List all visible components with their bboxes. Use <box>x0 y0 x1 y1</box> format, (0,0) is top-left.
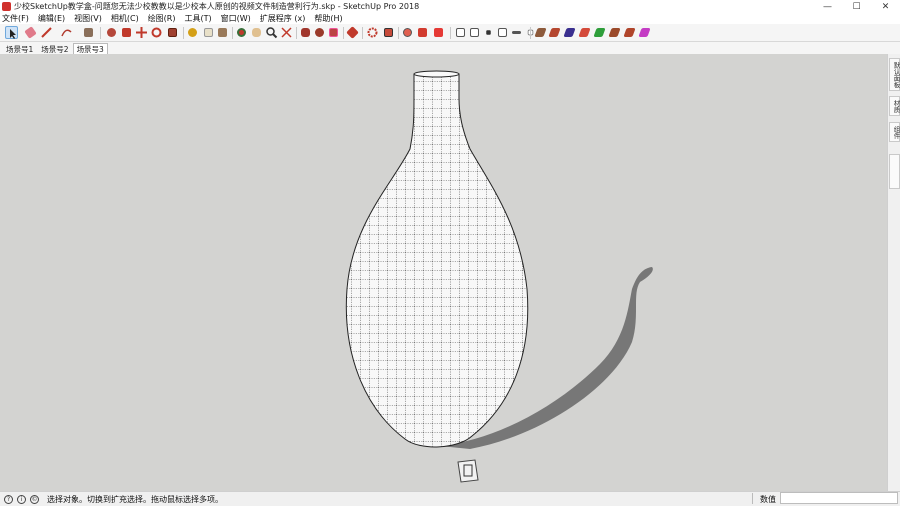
status-message: 选择对象。切换到扩充选择。拖动鼠标选择多项。 <box>47 494 223 504</box>
select-tool-icon[interactable] <box>5 26 18 39</box>
sketchup-extension-icon[interactable] <box>432 26 445 39</box>
style-custom-icon[interactable] <box>638 26 651 39</box>
menu-camera[interactable]: 相机(C) <box>111 13 139 24</box>
tray-tab-components[interactable]: 组件 <box>889 122 900 142</box>
rotate-tool-icon[interactable] <box>150 26 163 39</box>
zoom-icon[interactable] <box>265 26 278 39</box>
user-icon[interactable]: © <box>30 494 39 504</box>
tape-measure-icon[interactable] <box>186 26 199 39</box>
follow-me-icon[interactable] <box>120 26 133 39</box>
model-info-icon[interactable] <box>382 26 395 39</box>
menu-draw[interactable]: 绘图(R) <box>148 13 176 24</box>
main-toolbar <box>0 24 900 42</box>
view-iso-icon[interactable] <box>454 26 467 39</box>
style-textures-icon[interactable] <box>608 26 621 39</box>
measurements-input[interactable] <box>780 492 898 504</box>
style-backedges-icon[interactable] <box>548 26 561 39</box>
view-front-icon[interactable] <box>482 26 495 39</box>
menu-view[interactable]: 视图(V) <box>74 13 102 24</box>
zoom-extents-icon[interactable] <box>280 26 293 39</box>
settings-gear-icon[interactable] <box>366 26 379 39</box>
view-top-icon[interactable] <box>468 26 481 39</box>
style-hidden-line-icon[interactable] <box>578 26 591 39</box>
model-viewport[interactable] <box>0 54 887 491</box>
move-tool-icon[interactable] <box>135 26 148 39</box>
minimize-button[interactable]: — <box>813 0 842 13</box>
arc-tool-icon[interactable] <box>60 26 73 39</box>
pan-icon[interactable] <box>250 26 263 39</box>
vase-rim <box>413 70 460 78</box>
folder-icon[interactable] <box>416 26 429 39</box>
tab-scene-2[interactable]: 场景号2 <box>37 43 72 54</box>
geo-location-icon[interactable]: ? <box>4 494 13 504</box>
scene-tabs-bar: 场景号1 场景号2 场景号3 <box>0 42 900 54</box>
sketchup-app-icon <box>2 2 11 11</box>
orbit-icon[interactable] <box>235 26 248 39</box>
info-icon[interactable]: i <box>17 494 26 504</box>
measurements-label: 数值 <box>760 495 776 504</box>
layout-icon[interactable] <box>346 26 359 39</box>
style-xray-icon[interactable] <box>534 26 547 39</box>
eraser-icon[interactable] <box>24 26 37 39</box>
style-wireframe-icon[interactable] <box>563 26 576 39</box>
tray-tab-extra[interactable] <box>889 154 900 189</box>
menu-bar: 文件(F) 编辑(E) 视图(V) 相机(C) 绘图(R) 工具(T) 窗口(W… <box>0 13 900 24</box>
tab-scene-1[interactable]: 场景号1 <box>2 43 37 54</box>
style-shaded-icon[interactable] <box>593 26 606 39</box>
line-tool-icon[interactable] <box>40 26 53 39</box>
menu-tools[interactable]: 工具(T) <box>185 13 212 24</box>
default-tray: 默认面板 材质 组件 <box>887 54 900 491</box>
share-model-icon[interactable] <box>327 26 340 39</box>
view-right-icon[interactable] <box>496 26 509 39</box>
push-pull-icon[interactable] <box>105 26 118 39</box>
maximize-button[interactable]: ☐ <box>842 0 871 13</box>
section-plane-icon[interactable] <box>401 26 414 39</box>
menu-file[interactable]: 文件(F) <box>2 13 29 24</box>
extension-warehouse-icon[interactable] <box>313 26 326 39</box>
style-monochrome-icon[interactable] <box>623 26 636 39</box>
menu-window[interactable]: 窗口(W) <box>221 13 251 24</box>
tray-tab-materials[interactable]: 材质 <box>889 96 900 116</box>
window-title: 少校SketchUp教学盒-问题您无法少校教教以是少校本人原创的视频文件制造营利… <box>14 2 420 11</box>
scale-tool-icon[interactable] <box>166 26 179 39</box>
close-button[interactable]: ✕ <box>871 0 900 13</box>
title-bar: 少校SketchUp教学盒-问题您无法少校教教以是少校本人原创的视频文件制造营利… <box>0 0 900 13</box>
window-controls: — ☐ ✕ <box>813 0 900 13</box>
axis-origin-marker <box>457 459 479 483</box>
text-tool-icon[interactable] <box>202 26 215 39</box>
view-back-icon[interactable] <box>510 26 523 39</box>
vase-model-canvas[interactable] <box>0 54 887 491</box>
shape-tool-icon[interactable] <box>82 26 95 39</box>
paint-bucket-icon[interactable] <box>216 26 229 39</box>
menu-edit[interactable]: 编辑(E) <box>38 13 65 24</box>
menu-help[interactable]: 帮助(H) <box>314 13 342 24</box>
3d-warehouse-icon[interactable] <box>299 26 312 39</box>
tab-scene-3[interactable]: 场景号3 <box>72 43 108 54</box>
menu-extensions[interactable]: 扩展程序 (x) <box>260 13 306 24</box>
tray-tab-default[interactable]: 默认面板 <box>889 58 900 91</box>
